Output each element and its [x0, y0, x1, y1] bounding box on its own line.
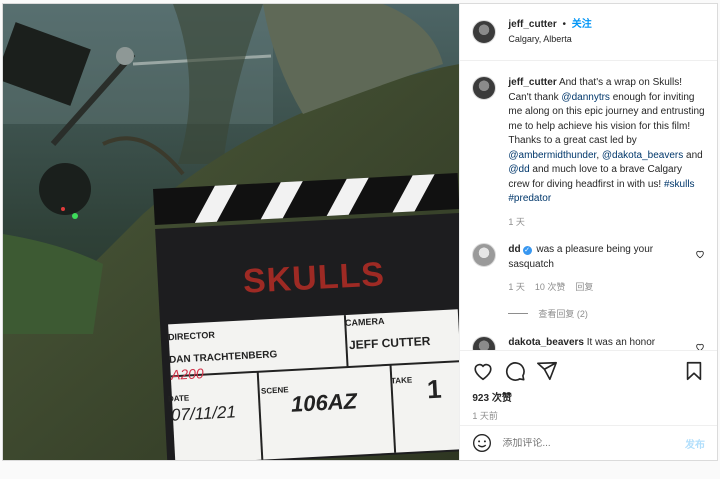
- comment-item: dd ✓ was a pleasure being your sasquatch …: [472, 243, 705, 295]
- comments-section[interactable]: jeff_cutter And that's a wrap on Skulls!…: [460, 62, 717, 350]
- comment-username[interactable]: dd: [508, 244, 520, 255]
- film-slate-photo: [3, 4, 460, 460]
- slate-scene: 106AZ: [290, 388, 358, 417]
- verified-icon: ✓: [522, 246, 532, 255]
- mention-link[interactable]: @ambermidthunder: [508, 150, 596, 161]
- comment-text: It was an honor: [583, 336, 656, 348]
- comment-time: 1 天: [508, 282, 525, 292]
- post-card: SKULLS DIRECTOR DAN TRACHTENBERG A200 CA…: [2, 3, 718, 461]
- divider-line: [508, 312, 529, 314]
- header-dot: •: [562, 19, 567, 30]
- slate-handwriting: A200: [170, 365, 205, 383]
- comment-likes[interactable]: 10 次赞: [535, 280, 566, 295]
- post-comment-button[interactable]: 发布: [685, 436, 705, 451]
- view-replies-button[interactable]: 查看回复 (2): [508, 307, 705, 320]
- hashtag-link[interactable]: #skulls: [664, 179, 695, 190]
- mention-link[interactable]: @dd: [508, 164, 529, 175]
- follow-button[interactable]: 关注: [572, 19, 592, 30]
- post-actions: 923 次赞 1 天前: [460, 350, 717, 422]
- caption-username[interactable]: jeff_cutter: [508, 77, 556, 88]
- slate-date: 07/11/21: [170, 402, 237, 425]
- caption: jeff_cutter And that's a wrap on Skulls!…: [472, 76, 705, 229]
- heart-icon[interactable]: [695, 249, 705, 259]
- bookmark-icon[interactable]: [683, 360, 705, 382]
- view-replies-label: 查看回复 (2): [538, 308, 588, 319]
- mention-link[interactable]: @dakota_beavers: [602, 150, 683, 161]
- reply-button[interactable]: 回复: [575, 280, 593, 295]
- post-time[interactable]: 1 天前: [472, 409, 705, 422]
- emoji-icon[interactable]: [472, 433, 492, 453]
- mention-link[interactable]: @dannytrs: [561, 92, 610, 103]
- slate-take: 1: [426, 373, 443, 405]
- slate-take-label: TAKE: [390, 375, 413, 386]
- caption-text: and: [683, 149, 703, 161]
- comment-icon[interactable]: [504, 360, 526, 382]
- slate-camera-label: CAMERA: [344, 315, 385, 329]
- post-side-panel: jeff_cutter • 关注 Calgary, Alberta jeff_c…: [459, 4, 717, 460]
- caption-avatar[interactable]: [472, 76, 497, 100]
- comment-input[interactable]: [502, 437, 685, 449]
- heart-icon[interactable]: [472, 360, 494, 382]
- avatar[interactable]: [472, 20, 497, 44]
- comment-avatar[interactable]: [472, 335, 497, 350]
- post-header: jeff_cutter • 关注 Calgary, Alberta: [460, 4, 717, 61]
- slate-date-label: DATE: [167, 393, 190, 404]
- header-username[interactable]: jeff_cutter: [508, 19, 556, 30]
- post-image[interactable]: SKULLS DIRECTOR DAN TRACHTENBERG A200 CA…: [3, 4, 460, 460]
- comment-avatar[interactable]: [472, 243, 497, 267]
- comment-item: dakota_beavers It was an honor: [472, 335, 705, 351]
- share-icon[interactable]: [536, 360, 558, 382]
- location-link[interactable]: Calgary, Alberta: [508, 32, 591, 46]
- add-comment-bar: 发布: [460, 425, 717, 460]
- caption-time: 1 天: [508, 216, 525, 227]
- caption-text: and much love to a brave Calgary crew fo…: [508, 164, 682, 190]
- hashtag-link[interactable]: #predator: [508, 193, 551, 204]
- heart-icon[interactable]: [695, 342, 705, 351]
- slate-scene-label: SCENE: [260, 385, 289, 396]
- likes-count[interactable]: 923 次赞: [472, 389, 705, 404]
- slate-title: SKULLS: [242, 255, 386, 301]
- comment-username[interactable]: dakota_beavers: [508, 337, 584, 348]
